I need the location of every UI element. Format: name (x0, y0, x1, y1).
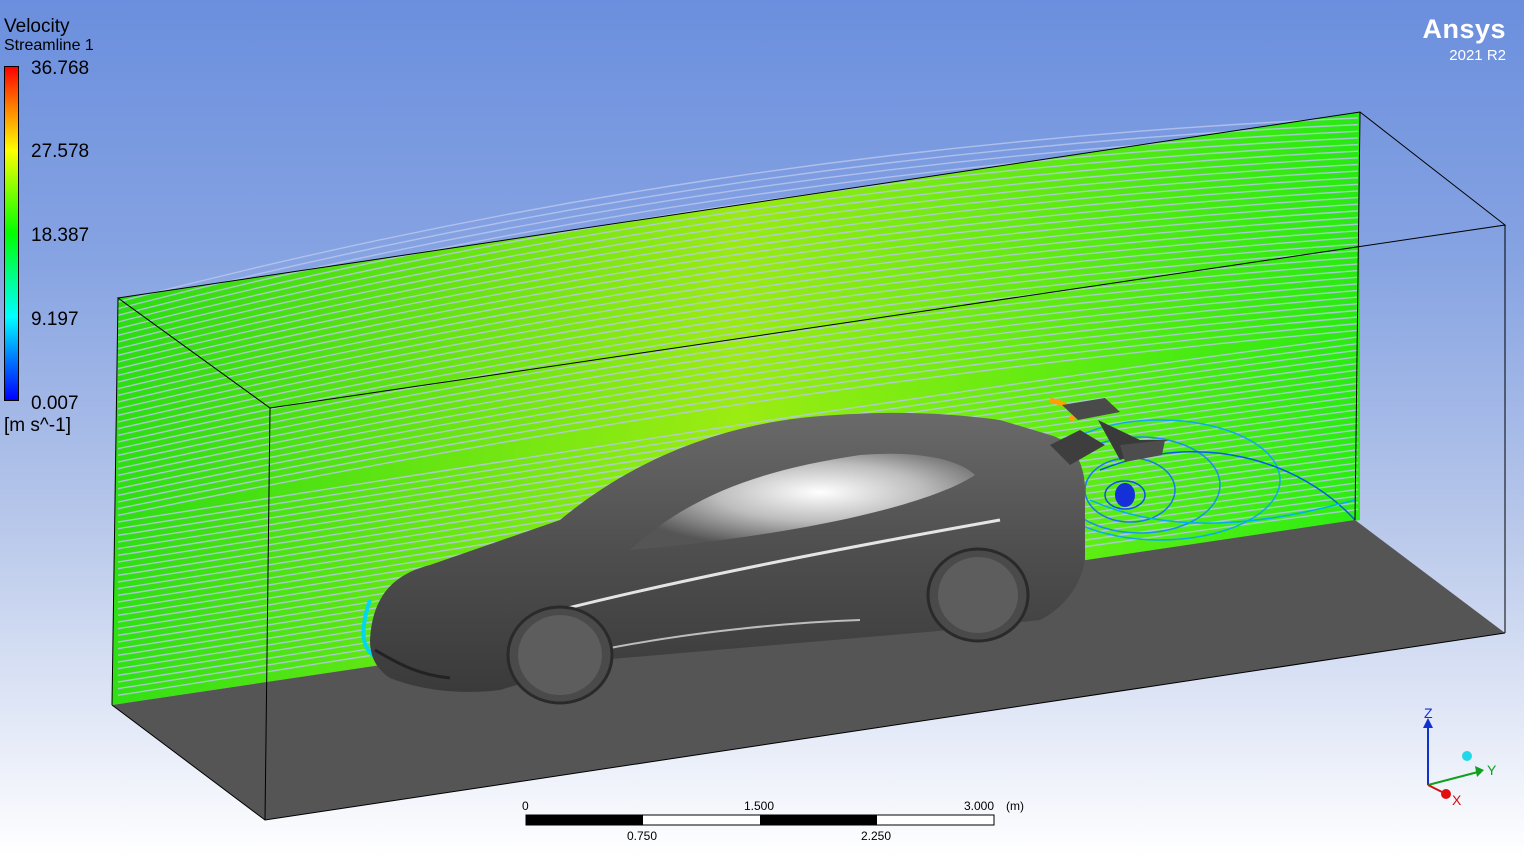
scale-label-0: 0 (522, 799, 529, 813)
axis-y-label: Y (1487, 762, 1497, 778)
scale-label-3000: 3.000 (964, 799, 995, 813)
axis-triad[interactable]: Z Y X (1423, 705, 1497, 808)
brand-name: Ansys (1422, 14, 1506, 44)
legend-tick-2: 27.578 (31, 141, 90, 162)
legend-tick-min: 0.007 (31, 393, 79, 414)
axis-x-label: X (1452, 792, 1462, 808)
legend-tick-max: 36.768 (31, 58, 90, 79)
3d-viewport[interactable]: Z Y X (0, 0, 1524, 857)
brand-version: 2021 R2 (1449, 47, 1506, 64)
axis-z-label: Z (1424, 705, 1433, 721)
scale-label-1500: 1.500 (744, 799, 775, 813)
legend-subtitle: Streamline 1 (4, 37, 94, 54)
legend-unit: [m s^-1] (4, 415, 71, 436)
legend-tick-4: 9.197 (31, 309, 79, 330)
colorbar (4, 66, 19, 401)
ansys-logo: Ansys 2021 R2 (1422, 14, 1506, 64)
legend-title: Velocity (4, 16, 70, 37)
scale-label-2250: 2.250 (861, 829, 892, 843)
legend-tick-3: 18.387 (31, 225, 90, 246)
scale-unit: (m) (1006, 799, 1024, 813)
scale-bar (525, 814, 995, 826)
scale-label-0750: 0.750 (627, 829, 658, 843)
